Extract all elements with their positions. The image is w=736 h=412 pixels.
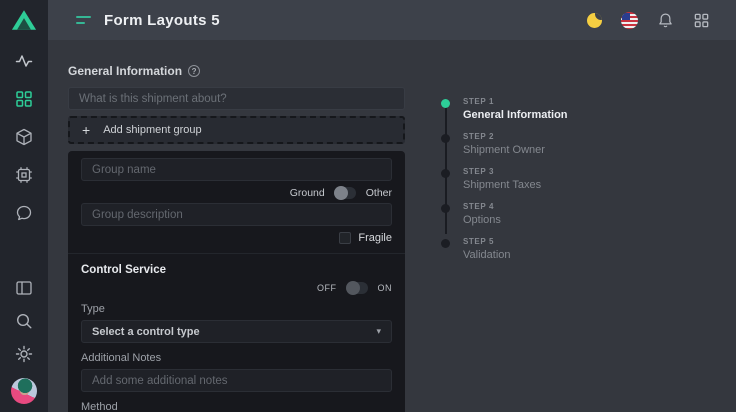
logo-triangle-icon	[11, 9, 37, 32]
step-title: Options	[463, 214, 501, 226]
stepper-step-2[interactable]: STEP 2 Shipment Owner	[441, 132, 568, 156]
step-dot	[441, 239, 450, 248]
sidebar	[0, 0, 48, 412]
apps-icon[interactable]	[693, 12, 710, 29]
stepper-step-3[interactable]: STEP 3 Shipment Taxes	[441, 167, 568, 191]
step-dot	[441, 204, 450, 213]
method-label: Method	[81, 401, 392, 412]
content: General Information ? + Add shipment gro…	[48, 40, 736, 412]
notes-label: Additional Notes	[81, 352, 392, 364]
package-icon[interactable]	[15, 128, 33, 146]
section-title: General Information ?	[68, 64, 405, 78]
control-service-title: Control Service	[81, 264, 392, 276]
stepper-step-4[interactable]: STEP 4 Options	[441, 202, 568, 226]
add-shipment-group-button[interactable]: + Add shipment group	[68, 116, 405, 144]
add-group-label: Add shipment group	[103, 124, 201, 136]
sidebar-bottom	[11, 279, 37, 412]
app-logo[interactable]	[11, 9, 37, 40]
step-label: STEP 2	[463, 132, 545, 141]
ground-other-toggle-row: Ground Other	[81, 187, 392, 199]
group-name-input[interactable]	[81, 158, 392, 181]
step-label: STEP 4	[463, 202, 501, 211]
form-stepper: STEP 1 General Information STEP 2 Shipme…	[441, 97, 568, 412]
activity-icon[interactable]	[15, 52, 33, 70]
form-column: General Information ? + Add shipment gro…	[68, 64, 405, 412]
fragile-row: Fragile	[81, 232, 392, 244]
plus-icon: +	[82, 122, 90, 138]
chevron-down-icon: ▾	[376, 326, 381, 337]
step-dot	[441, 169, 450, 178]
step-title: Shipment Owner	[463, 144, 545, 156]
other-label: Other	[366, 187, 392, 199]
step-dot-active	[441, 99, 450, 108]
ground-other-toggle[interactable]	[335, 187, 356, 199]
grid-icon[interactable]	[15, 90, 33, 108]
off-on-toggle-row: OFF ON	[81, 282, 392, 294]
bell-icon[interactable]	[657, 12, 674, 29]
toggle-knob	[334, 186, 348, 200]
fragile-checkbox[interactable]	[339, 232, 351, 244]
step-title: Validation	[463, 249, 511, 261]
toggle-knob	[346, 281, 360, 295]
header-actions	[587, 12, 710, 29]
stepper-step-1[interactable]: STEP 1 General Information	[441, 97, 568, 121]
step-label: STEP 3	[463, 167, 541, 176]
us-flag-icon[interactable]	[621, 12, 638, 29]
off-label: OFF	[317, 283, 337, 293]
page-title: Form Layouts 5	[104, 12, 220, 29]
help-icon[interactable]: ?	[188, 65, 200, 77]
menu-icon[interactable]	[76, 16, 91, 24]
off-on-toggle[interactable]	[347, 282, 368, 294]
control-type-value: Select a control type	[92, 326, 200, 338]
step-title: General Information	[463, 109, 568, 121]
fragile-label: Fragile	[358, 232, 392, 244]
top-header: Form Layouts 5	[48, 0, 736, 40]
search-icon[interactable]	[15, 312, 33, 330]
on-label: ON	[378, 283, 393, 293]
group-description-input[interactable]	[81, 203, 392, 226]
main-area: Form Layouts 5 General Information	[48, 0, 736, 412]
card-divider	[68, 253, 405, 254]
moon-icon[interactable]	[587, 13, 602, 28]
chat-icon[interactable]	[15, 204, 33, 222]
step-label: STEP 1	[463, 97, 568, 106]
ground-label: Ground	[290, 187, 325, 199]
cpu-icon[interactable]	[15, 166, 33, 184]
sidebar-nav	[15, 52, 33, 222]
step-dot	[441, 134, 450, 143]
additional-notes-input[interactable]	[81, 369, 392, 392]
shipment-group-card: Ground Other Fragile Control Service OFF	[68, 151, 405, 412]
control-type-select[interactable]: Select a control type ▾	[81, 320, 392, 343]
section-title-text: General Information	[68, 64, 182, 78]
shipment-about-input[interactable]	[68, 87, 405, 110]
app-window: Form Layouts 5 General Information	[0, 0, 736, 412]
user-avatar[interactable]	[11, 378, 37, 404]
type-label: Type	[81, 303, 392, 315]
gear-icon[interactable]	[15, 345, 33, 363]
step-title: Shipment Taxes	[463, 179, 541, 191]
stepper-step-5[interactable]: STEP 5 Validation	[441, 237, 568, 261]
layout-sidebar-icon[interactable]	[15, 279, 33, 297]
step-label: STEP 5	[463, 237, 511, 246]
